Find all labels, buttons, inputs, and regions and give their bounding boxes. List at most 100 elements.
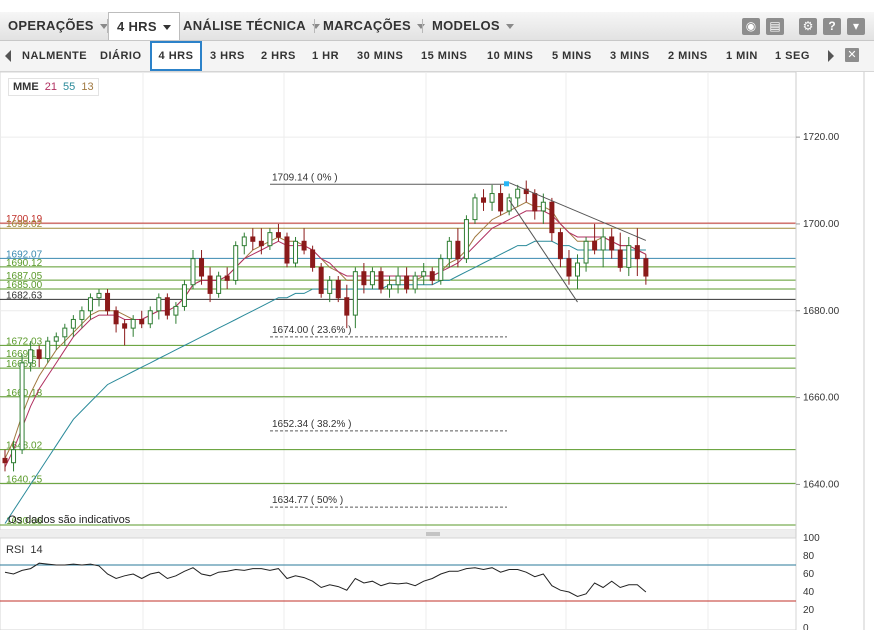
candle-body <box>275 232 281 238</box>
fib-label: 1674.00 ( 23.6% ) <box>272 325 352 336</box>
candle-body <box>404 275 410 290</box>
candle-down <box>378 267 384 294</box>
candle-body <box>455 240 461 260</box>
price-tick-label: 1640.00 <box>803 479 840 490</box>
price-tick-label: 1660.00 <box>803 393 840 404</box>
candle-body <box>267 232 273 247</box>
candle-up <box>19 354 25 455</box>
candle-body <box>566 258 572 277</box>
candle-body <box>498 193 504 212</box>
candle-body <box>301 240 307 251</box>
chart-grid <box>0 71 797 538</box>
rsi-tick-label: 0 <box>803 623 809 630</box>
candle-body <box>369 271 375 286</box>
candle-body <box>395 275 401 286</box>
candle-up <box>216 271 222 298</box>
candle-body <box>147 310 153 325</box>
rsi-line <box>4 562 647 598</box>
candle-up <box>181 280 187 311</box>
candle-body <box>344 297 350 316</box>
candle-body <box>130 318 136 329</box>
candle-body <box>387 284 393 290</box>
candle-body <box>87 297 93 312</box>
candle-up <box>438 254 444 285</box>
rsi-panel: 100 80 60 40 20 0 <box>0 533 820 630</box>
candle-body <box>557 232 563 260</box>
indicator-label: MME <box>13 81 39 93</box>
candle-body <box>575 262 581 277</box>
candle-up <box>45 336 51 363</box>
candle-body <box>489 193 495 203</box>
rsi-tick-label: 100 <box>803 533 820 544</box>
candle-body <box>327 279 333 294</box>
price-chart[interactable]: 1700.191699.021692.071690.121687.051685.… <box>0 0 874 630</box>
candle-body <box>164 297 170 316</box>
candle-body <box>472 197 478 221</box>
candle-up <box>293 236 299 268</box>
candle-body <box>592 240 598 251</box>
candle-body <box>258 240 264 247</box>
indicative-notice: Os dados são indicativos <box>8 514 131 526</box>
candle-down <box>284 232 290 268</box>
candle-body <box>515 188 521 199</box>
candle-body <box>233 245 239 281</box>
candle-up <box>463 215 469 264</box>
candle-body <box>318 266 324 294</box>
rsi-legend[interactable]: RSI 14 <box>6 543 43 557</box>
candle-body <box>600 236 606 251</box>
candle-down <box>318 263 324 298</box>
candle-body <box>361 271 367 286</box>
candle-body <box>11 449 17 464</box>
candle-body <box>224 275 230 281</box>
candle-body <box>335 279 341 299</box>
candle-body <box>481 197 487 203</box>
candle-body <box>70 318 76 329</box>
candle-body <box>310 249 316 268</box>
candle-body <box>2 457 8 464</box>
candle-body <box>352 271 358 316</box>
rsi-label: RSI <box>6 544 25 556</box>
candle-body <box>583 240 589 264</box>
fib-label: 1634.77 ( 50% ) <box>272 495 343 506</box>
candle-body <box>19 362 25 451</box>
candle-body <box>36 349 42 360</box>
candle-body <box>113 310 119 325</box>
level-label: 1672.03 <box>6 336 43 347</box>
candle-down <box>310 245 316 272</box>
price-tick-label: 1700.00 <box>803 219 840 230</box>
candle-body <box>62 327 68 338</box>
candle-body <box>79 310 85 320</box>
candle-body <box>139 318 145 325</box>
candle-body <box>293 240 299 264</box>
candle-body <box>216 275 222 294</box>
candle-body <box>207 275 213 294</box>
candle-body <box>617 249 623 268</box>
candle-body <box>28 349 34 364</box>
rsi-tick-label: 80 <box>803 551 815 562</box>
candle-body <box>190 258 196 286</box>
rsi-period: 14 <box>30 544 43 556</box>
level-label: 1690.12 <box>6 258 43 269</box>
candle-body <box>284 236 290 264</box>
candle-down <box>335 276 341 303</box>
level-label: 1640.25 <box>6 474 43 485</box>
price-plot-frame <box>0 71 797 531</box>
candle-body <box>540 201 546 212</box>
indicator-legend[interactable]: MME 21 55 13 <box>8 78 99 96</box>
candle-body <box>532 193 538 212</box>
rsi-tick-label: 20 <box>803 605 815 616</box>
candle-body <box>96 292 102 299</box>
fib-label: 1652.34 ( 38.2% ) <box>272 419 352 430</box>
candle-up <box>233 241 239 285</box>
panel-separator <box>0 530 796 538</box>
candle-body <box>250 236 256 242</box>
ema-period-55: 55 <box>63 81 76 93</box>
candle-body <box>549 201 555 234</box>
fib-anchor-handle <box>504 181 509 187</box>
level-label: 1682.63 <box>6 290 43 301</box>
candle-body <box>643 258 649 277</box>
candle-body <box>506 197 512 212</box>
candle-body <box>463 219 469 260</box>
candle-body <box>378 271 384 290</box>
candle-body <box>181 284 187 307</box>
